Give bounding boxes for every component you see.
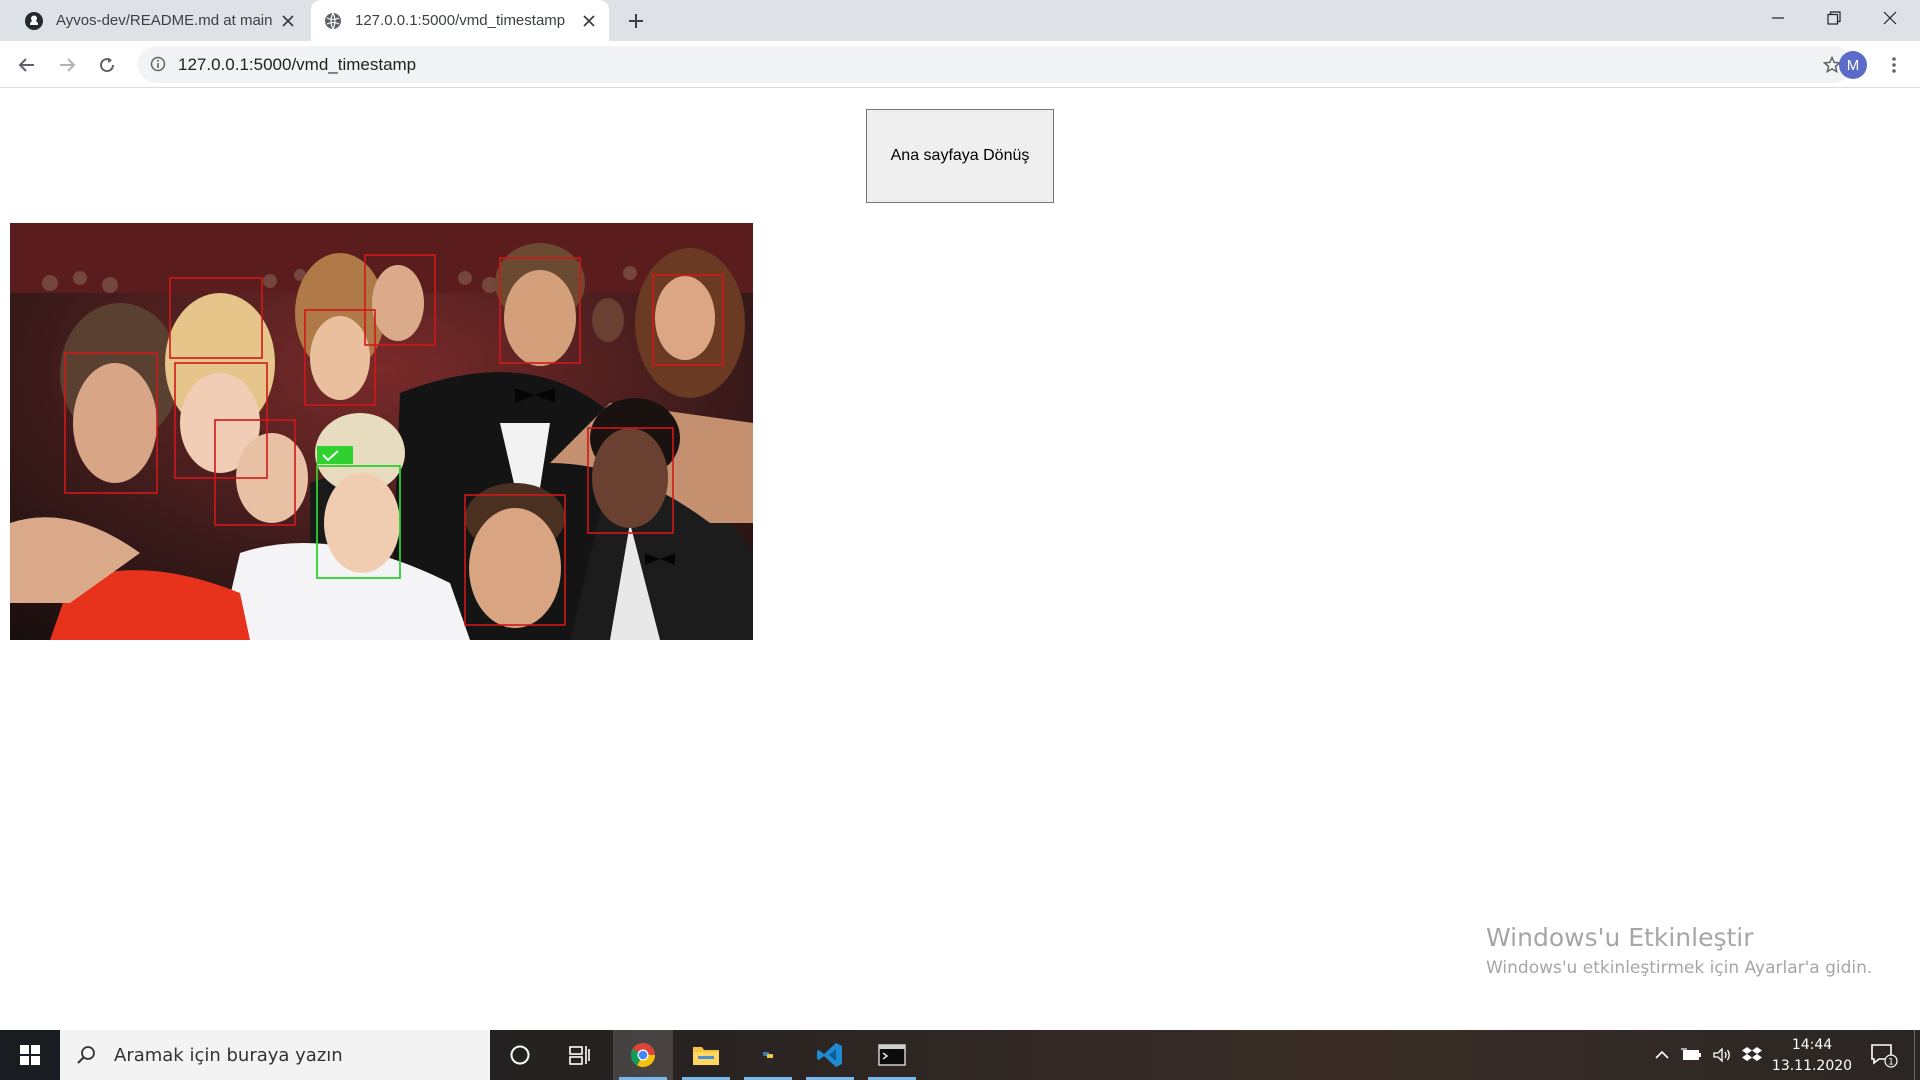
tab-github-readme[interactable]: Ayvos-dev/README.md at main: [12, 0, 308, 41]
windows-start-icon[interactable]: [0, 1030, 60, 1080]
battery-icon[interactable]: [1678, 1030, 1706, 1080]
watermark-subtitle: Windows'u etkinleştirmek için Ayarlar'a …: [1486, 958, 1873, 978]
info-icon[interactable]: [148, 54, 168, 74]
show-desktop-divider[interactable]: [1914, 1030, 1915, 1080]
taskbar-search-box[interactable]: Aramak için buraya yazın: [60, 1030, 490, 1080]
clock-date: 13.11.2020: [1771, 1058, 1853, 1074]
profile-avatar[interactable]: M: [1839, 51, 1867, 79]
terminal-icon[interactable]: [862, 1030, 922, 1080]
url-text[interactable]: 127.0.0.1:5000/vmd_timestamp: [178, 55, 416, 75]
system-clock[interactable]: 14:44 13.11.2020: [1766, 1035, 1858, 1077]
close-icon[interactable]: [274, 7, 302, 35]
vscode-icon[interactable]: [800, 1030, 860, 1080]
back-arrow-icon[interactable]: [11, 49, 43, 81]
tab-vmd-timestamp[interactable]: 127.0.0.1:5000/vmd_timestamp: [311, 0, 609, 41]
file-explorer-icon[interactable]: [676, 1030, 736, 1080]
face-detection-image: [10, 223, 753, 640]
cortana-icon[interactable]: [490, 1030, 550, 1080]
search-placeholder: Aramak için buraya yazın: [114, 1044, 343, 1066]
browser-toolbar: 127.0.0.1:5000/vmd_timestamp M: [0, 41, 1920, 88]
watermark-title: Windows'u Etkinleştir: [1486, 923, 1754, 952]
tab-title: 127.0.0.1:5000/vmd_timestamp: [355, 12, 566, 29]
notification-center-icon[interactable]: 1: [1862, 1030, 1906, 1080]
volume-icon[interactable]: [1708, 1030, 1736, 1080]
globe-icon: [323, 11, 343, 31]
dropbox-icon[interactable]: [1738, 1030, 1766, 1080]
address-bar[interactable]: 127.0.0.1:5000/vmd_timestamp: [138, 46, 1852, 83]
python-icon[interactable]: [738, 1030, 798, 1080]
clock-time: 14:44: [1791, 1037, 1833, 1053]
kebab-menu-icon[interactable]: [1880, 49, 1908, 81]
github-icon: [24, 11, 44, 31]
chevron-up-icon[interactable]: [1650, 1030, 1674, 1080]
close-window-button[interactable]: [1862, 0, 1918, 36]
chrome-icon[interactable]: [613, 1030, 673, 1080]
back-to-home-button[interactable]: Ana sayfaya Dönüş: [866, 109, 1054, 203]
notification-count: 1: [1888, 1058, 1894, 1068]
search-icon: [74, 1043, 98, 1067]
reload-icon[interactable]: [91, 49, 123, 81]
activation-watermark: Windows'u Etkinleştir Windows'u etkinleş…: [1486, 923, 1872, 978]
close-icon[interactable]: [575, 7, 603, 35]
restore-button[interactable]: [1806, 0, 1862, 36]
tab-title: Ayvos-dev/README.md at main: [56, 12, 273, 29]
forward-arrow-icon[interactable]: [51, 49, 83, 81]
taskbar: Aramak için buraya yazın 14:44 13.11.202…: [0, 1030, 1920, 1080]
new-tab-button[interactable]: [622, 7, 650, 35]
task-view-icon[interactable]: [550, 1030, 610, 1080]
minimize-button[interactable]: [1750, 0, 1806, 36]
tab-strip: Ayvos-dev/README.md at main 127.0.0.1:50…: [0, 0, 1920, 41]
